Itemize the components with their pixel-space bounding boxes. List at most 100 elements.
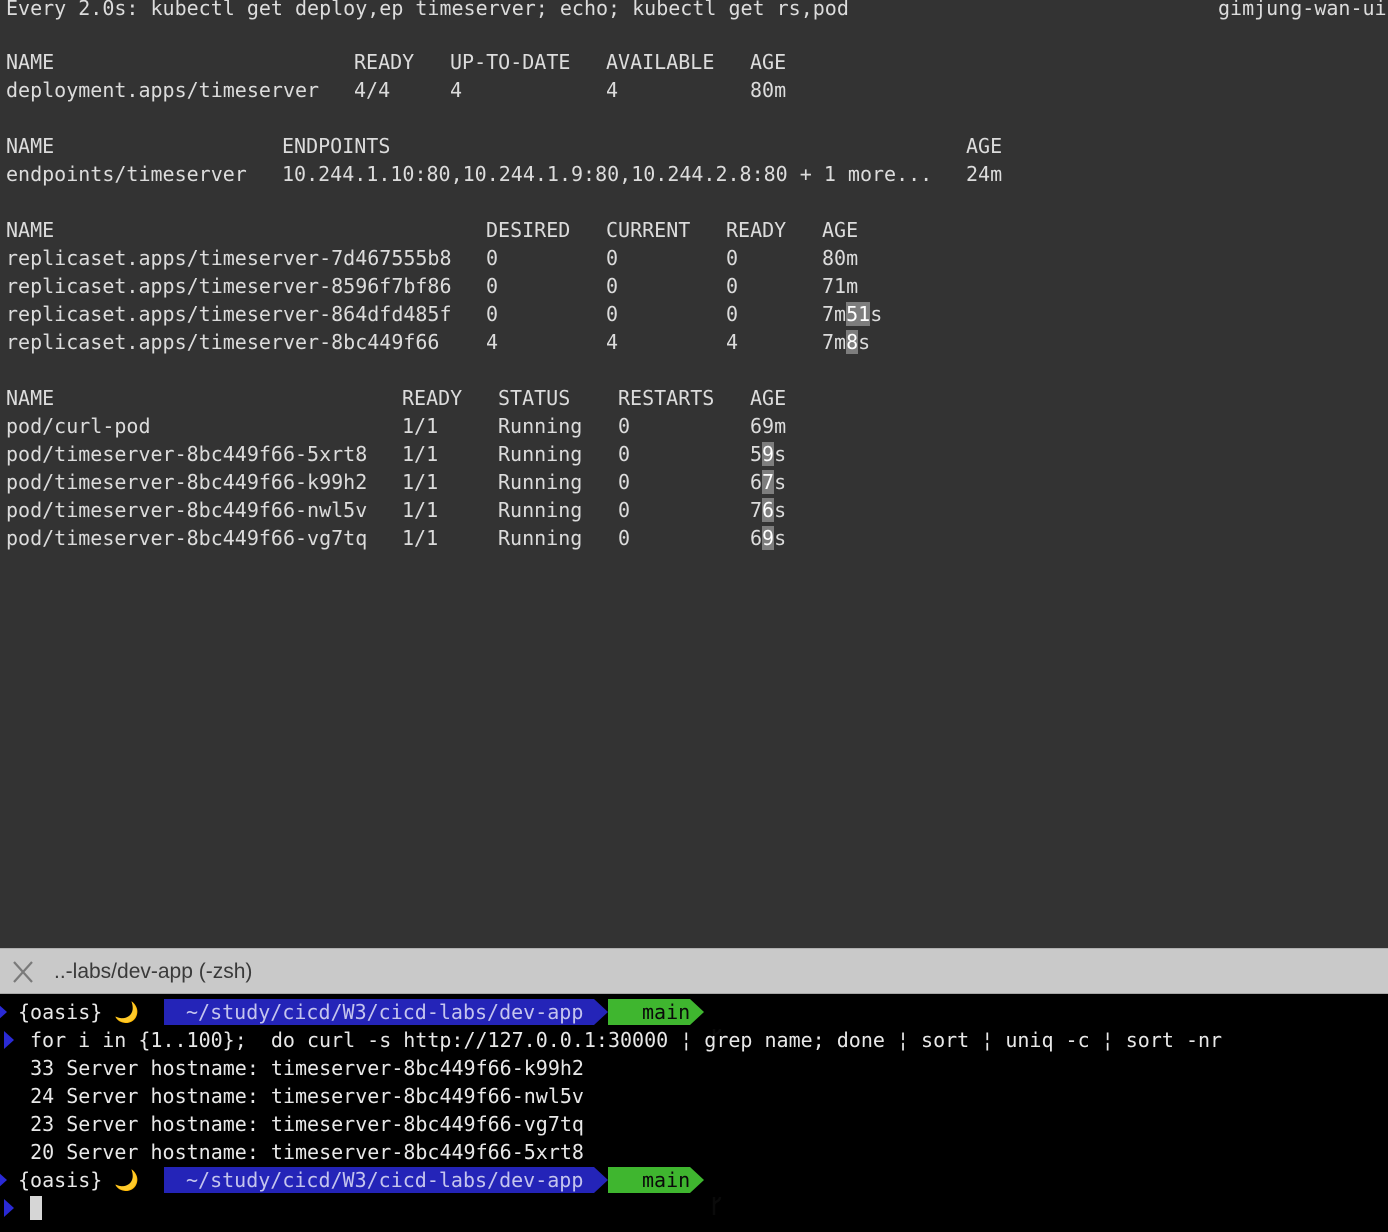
watch-pane[interactable]: Every 2.0s: kubectl get deploy,ep timese… [0,0,1388,948]
replicaset-desired: 0 [486,274,499,298]
pod-name: pod/timeserver-8bc449f66-5xrt8 [6,442,368,466]
deployment-name: deployment.apps/timeserver [6,78,320,102]
col-header-status: STATUS [498,386,571,410]
command-text: for i in {1..100}; do curl -s http://127… [30,1028,1223,1052]
pod-name: pod/timeserver-8bc449f66-k99h2 [6,470,368,494]
replicaset-name: replicaset.apps/timeserver-7d467555b8 [6,246,452,270]
replicaset-age: 80m [822,246,859,270]
prompt-path: ~/study/cicd/W3/cicd-labs/dev-app [164,1167,594,1193]
moon-icon: 🌙 [114,1000,139,1024]
endpoint-addresses: 10.244.1.10:80,10.244.1.9:80,10.244.2.8:… [282,162,933,186]
git-branch-segment: main [608,1167,722,1215]
tab-title[interactable]: ..-labs/dev-app (-zsh) [54,960,252,984]
pod-name: pod/timeserver-8bc449f66-nwl5v [6,498,368,522]
col-header-age: AGE [966,134,1003,158]
prompt-path: ~/study/cicd/W3/cicd-labs/dev-app [164,999,594,1025]
powerline-separator-icon [594,999,608,1025]
pod-status: Running [498,526,583,550]
col-header-age: AGE [750,386,787,410]
replicaset-row: replicaset.apps/timeserver-8596f7bf86 0 … [0,272,1388,300]
pod-row: pod/curl-pod 1/1 Running 0 69m [0,412,1388,440]
pod-row: pod/timeserver-8bc449f66-5xrt8 1/1 Runni… [0,440,1388,468]
replicaset-ready: 4 [726,330,739,354]
pod-name: pod/curl-pod [6,414,151,438]
shell-prompt: {oasis} 🌙 ~/study/cicd/W3/cicd-labs/dev-… [0,1166,1388,1215]
pod-status: Running [498,498,583,522]
replicaset-current: 0 [606,274,619,298]
col-header-up-to-date: UP-TO-DATE [450,50,571,74]
prompt-env: {oasis} [18,1000,103,1024]
pod-ready: 1/1 [402,470,439,494]
powerline-separator-icon [594,1167,608,1193]
close-icon[interactable] [11,961,35,983]
output-line: 33 Server hostname: timeserver-8bc449f66… [6,1056,584,1080]
pod-row: pod/timeserver-8bc449f66-nwl5v 1/1 Runni… [0,496,1388,524]
replicaset-name: replicaset.apps/timeserver-864dfd485f [6,302,452,326]
replicaset-ready: 0 [726,274,739,298]
col-header-ready: READY [354,50,415,74]
pod-status: Running [498,470,583,494]
deployment-ready: 4/4 [354,78,391,102]
input-line[interactable] [0,1194,1388,1222]
replicaset-age: 7m51s [822,302,883,326]
replicaset-name: replicaset.apps/timeserver-8596f7bf86 [6,274,452,298]
pod-status: Running [498,414,583,438]
replicaset-row: replicaset.apps/timeserver-7d467555b8 0 … [0,244,1388,272]
pod-name: pod/timeserver-8bc449f66-vg7tq [6,526,368,550]
prompt-chevron-icon [4,1199,14,1217]
pod-restarts: 0 [618,442,631,466]
col-header-current: CURRENT [606,218,691,242]
replicaset-current: 0 [606,302,619,326]
pod-ready: 1/1 [402,442,439,466]
deployment-age: 80m [750,78,787,102]
pod-age: 59s [750,442,787,466]
replicasets-header-row: NAME DESIRED CURRENT READY AGE [0,216,1388,244]
replicaset-ready: 0 [726,302,739,326]
git-branch-name: main [642,1168,691,1192]
col-header-name: NAME [6,50,55,74]
prompt-chevron-icon [0,1003,7,1021]
replicaset-desired: 4 [486,330,499,354]
pod-restarts: 0 [618,526,631,550]
col-header-ready: READY [402,386,463,410]
pod-age: 67s [750,470,787,494]
replicaset-row: replicaset.apps/timeserver-864dfd485f 0 … [0,300,1388,328]
pods-header-row: NAME READY STATUS RESTARTS AGE [0,384,1388,412]
pod-row: pod/timeserver-8bc449f66-vg7tq 1/1 Runni… [0,524,1388,552]
git-branch-segment: main [608,999,722,1047]
col-header-endpoints: ENDPOINTS [282,134,391,158]
shell-pane[interactable]: {oasis} 🌙 ~/study/cicd/W3/cicd-labs/dev-… [0,994,1388,1232]
deployment-up-to-date: 4 [450,78,463,102]
powerline-separator-icon [690,999,704,1025]
pod-age: 69m [750,414,787,438]
shell-prompt: {oasis} 🌙 ~/study/cicd/W3/cicd-labs/dev-… [0,998,1388,1047]
deployment-available: 4 [606,78,619,102]
output-line: 20 Server hostname: timeserver-8bc449f66… [6,1140,584,1164]
replicaset-desired: 0 [486,246,499,270]
col-header-desired: DESIRED [486,218,571,242]
terminal-tab[interactable]: ..-labs/dev-app (-zsh) [0,948,1388,994]
endpoint-row: endpoints/timeserver 10.244.1.10:80,10.2… [0,160,1388,188]
deployment-row: deployment.apps/timeserver 4/4 4 4 80m [0,76,1388,104]
col-header-restarts: RESTARTS [618,386,715,410]
replicaset-ready: 0 [726,246,739,270]
col-header-age: AGE [822,218,859,242]
endpoint-name: endpoints/timeserver [6,162,247,186]
output-line: 24 Server hostname: timeserver-8bc449f66… [6,1084,584,1108]
command-line: for i in {1..100}; do curl -s http://127… [0,1026,1388,1054]
terminal-cursor[interactable] [30,1196,42,1220]
pod-restarts: 0 [618,470,631,494]
replicaset-current: 4 [606,330,619,354]
col-header-name: NAME [6,218,55,242]
replicaset-age: 71m [822,274,859,298]
pod-status: Running [498,442,583,466]
pod-ready: 1/1 [402,498,439,522]
powerline-separator-icon [154,1167,164,1193]
output-line: 23 Server hostname: timeserver-8bc449f66… [6,1112,584,1136]
pod-age: 69s [750,526,787,550]
col-header-age: AGE [750,50,787,74]
replicaset-name: replicaset.apps/timeserver-8bc449f66 [6,330,440,354]
pod-ready: 1/1 [402,414,439,438]
replicaset-age: 7m8s [822,330,871,354]
col-header-name: NAME [6,386,55,410]
